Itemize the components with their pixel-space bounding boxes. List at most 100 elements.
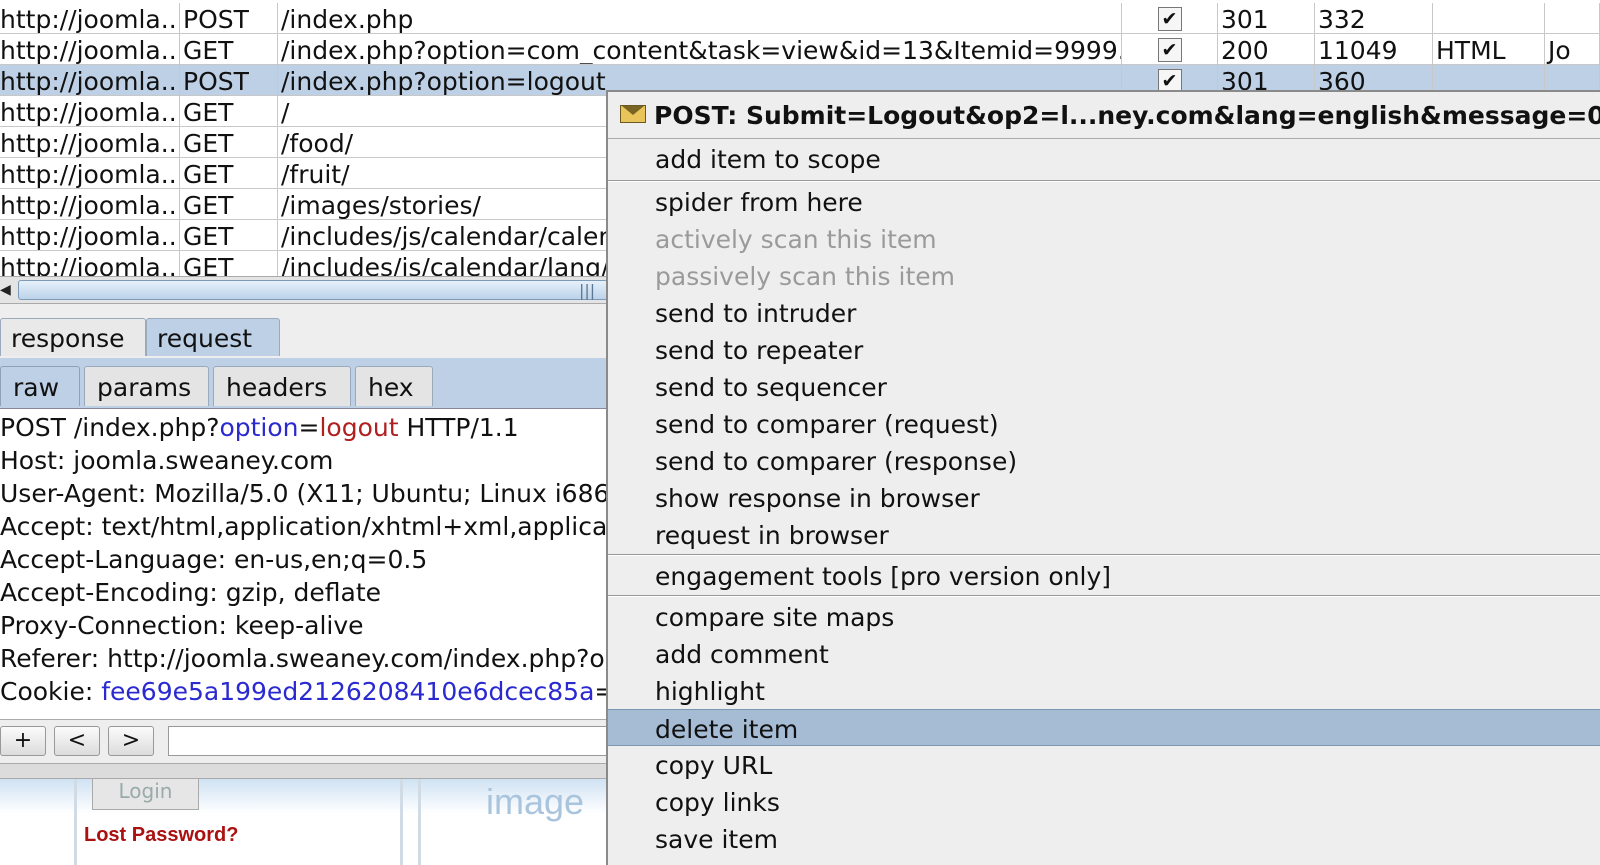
row-method: GET (180, 127, 278, 158)
row-method: GET (180, 158, 278, 189)
tab-raw[interactable]: raw (0, 366, 80, 406)
row-extension (1545, 3, 1600, 34)
menu-separator (608, 595, 1600, 597)
cookie-line: Cookie: fee69e5a199ed2126208410e6dcec85a… (0, 673, 620, 706)
checkbox-checked-icon: ✔ (1157, 7, 1182, 31)
row-length: 332 (1315, 3, 1433, 34)
history-horizontal-scrollbar[interactable]: ◀ ||| (0, 276, 620, 304)
context-menu: POST: Submit=Logout&op2=l...ney.com&lang… (606, 90, 1600, 865)
header-line: Accept-Language: en-us,en;q=0.5 (0, 545, 428, 574)
search-bar: + < > (0, 719, 620, 764)
menu-item-delete-item[interactable]: delete item (608, 709, 1600, 746)
cookie-label: Cookie: (0, 677, 102, 706)
param-value: logout (319, 413, 399, 442)
request-line-suffix: HTTP/1.1 (398, 413, 519, 442)
header-line: Accept: text/html,application/xhtml+xml,… (0, 512, 618, 541)
page-divider (400, 779, 403, 865)
header-line: Accept-Encoding: gzip, deflate (0, 578, 382, 607)
row-mime: HTML (1433, 34, 1545, 65)
page-divider (74, 779, 77, 865)
tab-response[interactable]: response (0, 318, 146, 356)
tab-hex[interactable]: hex (355, 366, 433, 406)
raw-request-body[interactable]: POST /index.php?option=logout HTTP/1.1 H… (0, 409, 620, 719)
menu-item-copy-links[interactable]: copy links (608, 783, 1600, 820)
add-search-button[interactable]: + (0, 726, 46, 756)
row-status: 200 (1218, 34, 1315, 65)
search-input[interactable] (168, 726, 608, 756)
row-host: http://joomla.... (0, 220, 180, 251)
envelope-icon (620, 105, 646, 123)
menu-item-spider-from-here[interactable]: spider from here (608, 183, 1600, 220)
menu-item-show-response-in-browser[interactable]: show response in browser (608, 479, 1600, 516)
param-equals: = (298, 413, 320, 442)
request-line-prefix: POST /index.php? (0, 413, 220, 442)
lost-password-link[interactable]: Lost Password? (84, 824, 238, 847)
menu-item-add-item-to-scope[interactable]: add item to scope (608, 139, 1600, 179)
request-line: POST /index.php?option=logout HTTP/1.1 (0, 409, 620, 442)
row-method: POST (180, 3, 278, 34)
row-host: http://joomla.... (0, 34, 180, 65)
row-params: ✔ (1122, 34, 1218, 65)
browser-page-background: Login Lost Password? image (0, 779, 620, 865)
tab-params[interactable]: params (84, 366, 209, 406)
tab-request[interactable]: request (146, 318, 280, 356)
menu-item-send-to-comparer-request[interactable]: send to comparer (request) (608, 405, 1600, 442)
menu-item-actively-scan-this-item: actively scan this item (655, 225, 937, 254)
menu-item-copy-url[interactable]: copy URL (608, 746, 1600, 783)
row-host: http://joomla.... (0, 65, 180, 96)
row-method: GET (180, 34, 278, 65)
row-host: http://joomla.... (0, 96, 180, 127)
param-name: option (219, 413, 299, 442)
row-host: http://joomla.... (0, 3, 180, 34)
tab-headers[interactable]: headers (213, 366, 351, 406)
header-line: Proxy-Connection: keep-alive (0, 611, 364, 640)
header-line: User-Agent: Mozilla/5.0 (X11; Ubuntu; Li… (0, 479, 618, 508)
row-method: POST (180, 65, 278, 96)
menu-header-text: POST: Submit=Logout&op2=l...ney.com&lang… (654, 101, 1600, 130)
table-row[interactable]: http://joomla.... POST/index.php ✔ 301 332 (0, 3, 1600, 34)
login-button[interactable]: Login (92, 779, 199, 810)
scrollbar-thumb[interactable]: ||| (18, 280, 608, 300)
menu-item-send-to-comparer-response[interactable]: send to comparer (response) (608, 442, 1600, 479)
header-line: Host: joomla.sweaney.com (0, 446, 334, 475)
request-view-tabs: raw params headers hex (0, 358, 620, 409)
row-params: ✔ (1122, 3, 1218, 34)
image-placeholder-text: image (486, 781, 585, 822)
scroll-left-arrow-icon[interactable]: ◀ (0, 281, 14, 299)
cookie-name: fee69e5a199ed2126208410e6dcec85a (101, 677, 595, 706)
row-path: /index.php?option=com_content&task=view&… (278, 34, 1122, 65)
row-method: GET (180, 96, 278, 127)
menu-item-save-item[interactable]: save item (608, 820, 1600, 857)
checkbox-checked-icon: ✔ (1157, 38, 1182, 62)
menu-separator (608, 554, 1600, 556)
menu-item-engagement-tools-pro-version-only[interactable]: engagement tools [pro version only] (608, 557, 1600, 594)
menu-item-request-in-browser[interactable]: request in browser (608, 516, 1600, 553)
menu-item-highlight[interactable]: highlight (608, 672, 1600, 709)
splitter-bar[interactable] (0, 763, 620, 779)
row-path: /index.php (278, 3, 1122, 34)
message-tabs: response request (0, 318, 620, 359)
row-host: http://joomla.... (0, 127, 180, 158)
menu-header: POST: Submit=Logout&op2=l...ney.com&lang… (608, 92, 1600, 139)
next-match-button[interactable]: > (108, 726, 154, 756)
row-length: 11049 (1315, 34, 1433, 65)
previous-match-button[interactable]: < (54, 726, 100, 756)
row-extension: Jo (1545, 34, 1600, 65)
row-method: GET (180, 189, 278, 220)
page-divider (418, 779, 421, 865)
row-host: http://joomla.... (0, 158, 180, 189)
menu-item-send-to-intruder[interactable]: send to intruder (608, 294, 1600, 331)
grip-icon: ||| (579, 281, 596, 300)
menu-item-send-to-sequencer[interactable]: send to sequencer (608, 368, 1600, 405)
row-method: GET (180, 220, 278, 251)
menu-item-compare-site-maps[interactable]: compare site maps (608, 598, 1600, 635)
header-line: Referer: http://joomla.sweaney.com/index… (0, 644, 620, 673)
row-host: http://joomla.... (0, 189, 180, 220)
row-status: 301 (1218, 3, 1315, 34)
menu-item-add-comment[interactable]: add comment (608, 635, 1600, 672)
menu-item-send-to-repeater[interactable]: send to repeater (608, 331, 1600, 368)
row-mime (1433, 3, 1545, 34)
table-row[interactable]: http://joomla.... GET/index.php?option=co… (0, 34, 1600, 65)
menu-item-passively-scan-this-item: passively scan this item (655, 262, 955, 291)
menu-separator (608, 180, 1600, 182)
